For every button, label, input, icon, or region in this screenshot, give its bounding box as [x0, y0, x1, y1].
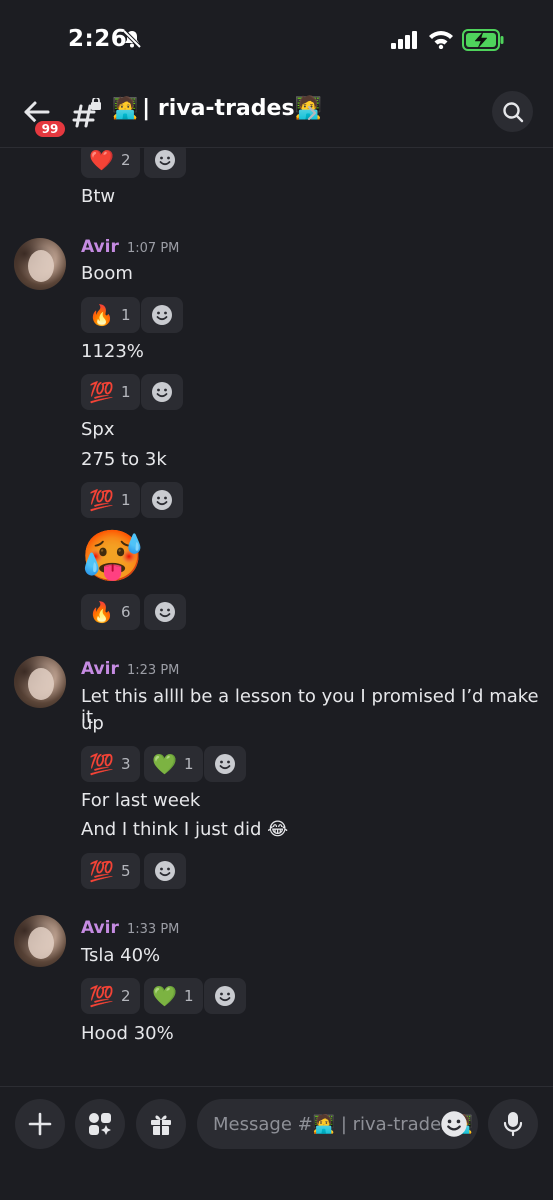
message-text: Let this allll be a lesson to you I prom… — [81, 686, 539, 728]
message-timestamp: 1:07 PM — [127, 241, 180, 256]
large-emoji-message: 🥵 — [81, 527, 144, 585]
message-text: Spx — [81, 419, 115, 440]
apps-button[interactable] — [75, 1099, 125, 1149]
add-reaction-button[interactable] — [144, 853, 186, 889]
apps-icon — [89, 1113, 111, 1135]
reaction-pill[interactable]: 💚 1 — [144, 746, 203, 782]
smiley-icon — [155, 861, 175, 881]
add-reaction-button[interactable] — [141, 297, 183, 333]
reaction-emoji: 🔥 — [89, 600, 114, 624]
channel-name: | riva-trades🧑‍💻 — [142, 96, 322, 121]
reaction-emoji: 💯 — [89, 859, 114, 883]
chevron-right-icon[interactable] — [306, 104, 318, 126]
smiley-icon — [152, 490, 172, 510]
cellular-signal-icon — [391, 31, 419, 53]
add-reaction-button[interactable] — [144, 594, 186, 630]
reaction-count: 1 — [121, 491, 131, 509]
channel-header: 🧑‍💻 | riva-trades🧑‍💻 — [0, 82, 553, 148]
gift-button[interactable] — [136, 1099, 186, 1149]
reaction-count: 1 — [184, 755, 194, 773]
message-input[interactable]: Message #🧑‍💻 | riva-trades🧑‍💻 — [197, 1099, 478, 1149]
avatar[interactable] — [14, 238, 66, 290]
message-input-placeholder: Message #🧑‍💻 | riva-trades🧑‍💻 — [213, 1113, 473, 1135]
avatar[interactable] — [14, 915, 66, 967]
gift-icon — [151, 1115, 171, 1135]
avatar[interactable] — [14, 656, 66, 708]
status-bar: 2:26 — [0, 0, 553, 82]
reaction-pill[interactable]: 🔥 6 — [81, 594, 140, 630]
reaction-count: 3 — [121, 755, 131, 773]
smiley-icon — [155, 150, 175, 170]
search-button[interactable] — [492, 91, 533, 132]
reaction-pill[interactable]: 🔥 1 — [81, 297, 140, 333]
message-author[interactable]: Avir — [81, 237, 119, 257]
wifi-icon — [428, 29, 454, 53]
add-reaction-button[interactable] — [204, 978, 246, 1014]
emoji-picker-button[interactable] — [440, 1110, 468, 1143]
reaction-count: 1 — [184, 987, 194, 1005]
reaction-emoji: 💚 — [152, 752, 177, 776]
reaction-emoji: 💯 — [89, 752, 114, 776]
battery-charging-icon — [462, 29, 504, 55]
attach-button[interactable] — [15, 1099, 65, 1149]
message-author[interactable]: Avir — [81, 918, 119, 938]
add-reaction-button[interactable] — [141, 374, 183, 410]
message-timestamp: 1:33 PM — [127, 922, 180, 937]
smiley-icon — [152, 382, 172, 402]
reaction-count: 6 — [121, 603, 131, 621]
reaction-count: 1 — [121, 306, 131, 324]
message-text: Boom — [81, 263, 133, 284]
smiley-icon — [441, 1111, 467, 1137]
plus-icon — [28, 1112, 52, 1136]
reaction-pill[interactable]: 💚 1 — [144, 978, 203, 1014]
channel-emoji: 🧑‍💻 — [112, 96, 139, 120]
reaction-count: 2 — [121, 987, 131, 1005]
message-text: For last week — [81, 790, 201, 811]
search-icon — [502, 101, 523, 122]
channel-title[interactable]: 🧑‍💻 | riva-trades🧑‍💻 — [112, 96, 322, 121]
reaction-pill[interactable]: ❤️ 2 — [81, 148, 140, 178]
reaction-emoji: 💚 — [152, 984, 177, 1008]
message-text: 1123% — [81, 341, 144, 362]
message-text: Tsla 40% — [81, 945, 161, 966]
message-text: Btw — [81, 186, 116, 207]
reaction-pill[interactable]: 💯 1 — [81, 374, 140, 410]
smiley-icon — [152, 305, 172, 325]
add-reaction-button[interactable] — [204, 746, 246, 782]
reaction-pill[interactable]: 💯 5 — [81, 853, 140, 889]
message-text: Hood 30% — [81, 1023, 174, 1044]
voice-message-button[interactable] — [488, 1099, 538, 1149]
text-channel-locked-icon — [72, 96, 104, 132]
smiley-icon — [155, 602, 175, 622]
reaction-pill[interactable]: 💯 1 — [81, 482, 140, 518]
add-reaction-button[interactable] — [144, 148, 186, 178]
bell-muted-icon — [122, 29, 142, 53]
smiley-icon — [215, 986, 235, 1006]
reaction-pill[interactable]: 💯 3 — [81, 746, 140, 782]
reaction-emoji: ❤️ — [89, 148, 114, 172]
reaction-count: 5 — [121, 862, 131, 880]
message-composer: Message #🧑‍💻 | riva-trades🧑‍💻 — [0, 1086, 553, 1200]
message-list[interactable]: ❤️ 2 Btw Avir 1:07 PM Boom 🔥 1 1123% 💯 1… — [0, 148, 553, 1086]
message-text: 275 to 3k — [81, 449, 167, 470]
reaction-emoji: 💯 — [89, 380, 114, 404]
status-time: 2:26 — [68, 26, 128, 52]
reaction-emoji: 🔥 — [89, 303, 114, 327]
message-author[interactable]: Avir — [81, 659, 119, 679]
smiley-icon — [215, 754, 235, 774]
reaction-emoji: 💯 — [89, 488, 114, 512]
add-reaction-button[interactable] — [141, 482, 183, 518]
reaction-emoji: 💯 — [89, 984, 114, 1008]
message-timestamp: 1:23 PM — [127, 663, 180, 678]
unread-count-badge: 99 — [32, 118, 68, 140]
microphone-icon — [503, 1112, 523, 1137]
message-text: up — [81, 713, 104, 734]
reaction-pill[interactable]: 💯 2 — [81, 978, 140, 1014]
reaction-count: 2 — [121, 151, 131, 169]
message-text: And I think I just did 😂 — [81, 819, 289, 840]
reaction-count: 1 — [121, 383, 131, 401]
